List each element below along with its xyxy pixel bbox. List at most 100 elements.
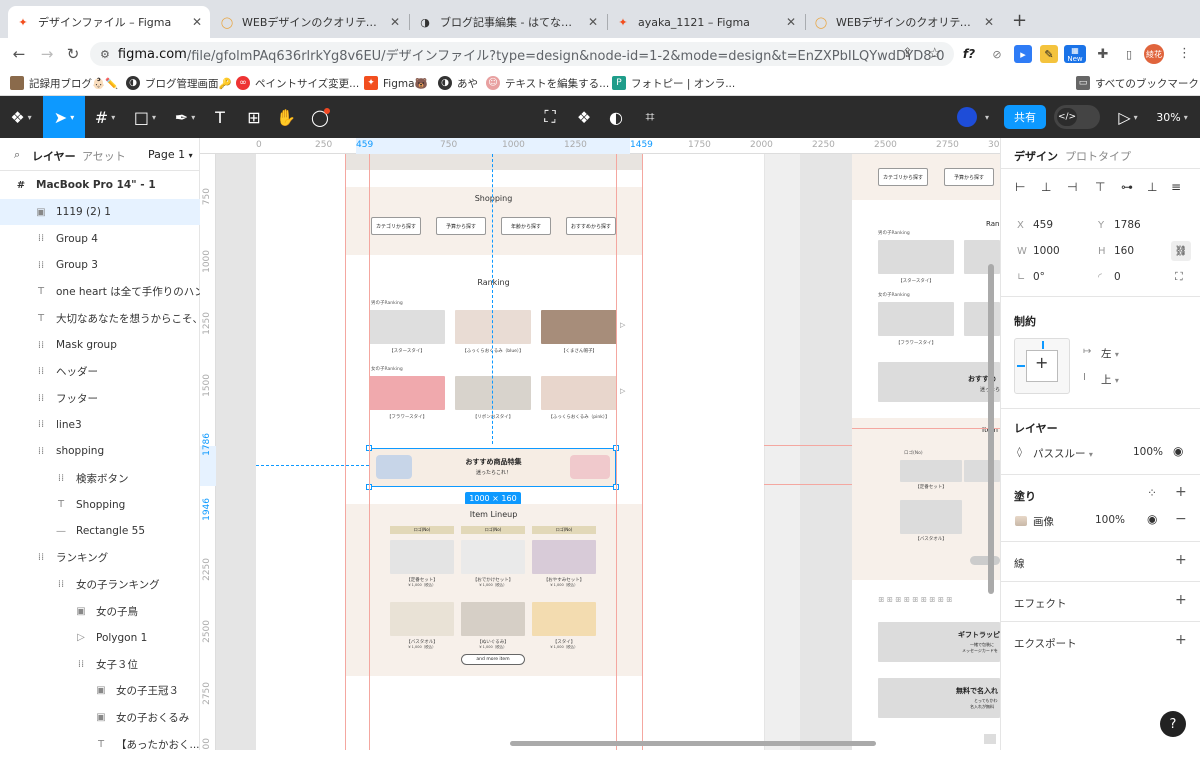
layer-item[interactable]: T Shopping: [0, 492, 200, 518]
menu-dots-icon[interactable]: ⋮: [1178, 46, 1191, 61]
new-extension-icon[interactable]: ▦ New: [1064, 45, 1086, 63]
chip-budget[interactable]: 予算から探す: [944, 168, 994, 186]
layer-item[interactable]: ⁞⁞ shopping: [0, 438, 200, 464]
close-icon[interactable]: ✕: [588, 15, 598, 29]
bookmark-item[interactable]: ☺ テキストを編集する...: [486, 74, 609, 92]
new-tab-icon[interactable]: +: [1012, 10, 1027, 31]
more-items-button[interactable]: [970, 556, 1000, 565]
close-icon[interactable]: ✕: [786, 15, 796, 29]
horizontal-scrollbar[interactable]: [510, 741, 876, 746]
more-items-button[interactable]: and more item: [461, 654, 525, 665]
chip-recommend[interactable]: おすすめから探す: [566, 217, 616, 235]
align-center-h-icon[interactable]: ⊥: [1041, 180, 1051, 194]
bookmark-item[interactable]: ◑ あや: [438, 74, 478, 92]
tab-design[interactable]: デザイン: [1014, 148, 1058, 164]
fx-extension-icon[interactable]: f?: [960, 45, 978, 63]
dev-mode-toggle[interactable]: </>: [1052, 96, 1100, 138]
layer-item[interactable]: ▣ 女の子おくるみ: [0, 704, 200, 730]
styles-grid-icon[interactable]: ⁘: [1147, 486, 1157, 500]
profile-avatar[interactable]: 綾花: [1144, 44, 1164, 64]
pen-tool-button[interactable]: ✒ ▾: [166, 96, 204, 138]
site-info-icon[interactable]: ⚙: [100, 48, 110, 61]
reload-icon[interactable]: ↻: [62, 43, 84, 65]
layer-item[interactable]: ⁞⁞ 検索ボタン: [0, 465, 200, 491]
vertical-scrollbar[interactable]: [988, 264, 994, 594]
page-selector[interactable]: Page 1 ▾: [148, 148, 193, 161]
independent-corners-icon[interactable]: ⛶: [1175, 270, 1183, 284]
lock-ratio-icon[interactable]: ⛓: [1171, 241, 1191, 261]
align-middle-icon[interactable]: ⊶: [1121, 180, 1133, 194]
forward-icon[interactable]: →: [36, 43, 58, 65]
layer-item[interactable]: ⁞⁞ Group 4: [0, 226, 200, 252]
resources-button[interactable]: ⊞: [240, 96, 268, 138]
text-tool-button[interactable]: T: [206, 96, 234, 138]
layer-item[interactable]: ⁞⁞ フッター: [0, 385, 200, 411]
back-icon[interactable]: ←: [8, 43, 30, 65]
tab-hatena-blog[interactable]: ◑ ブログ記事編集 - はてなブログ ✕: [410, 6, 606, 38]
layer-opacity-field[interactable]: 100%: [1133, 446, 1163, 458]
image-fill-swatch[interactable]: [1015, 516, 1027, 526]
layer-item[interactable]: ▣ 1119 (2) 1: [0, 199, 200, 225]
chip-category[interactable]: カテゴリから探す: [371, 217, 421, 235]
layer-item[interactable]: T 【あったかおく...: [0, 731, 200, 757]
bookmark-item[interactable]: ◑ ブログ管理画面🔑: [126, 74, 232, 92]
contrast-button[interactable]: ◐: [602, 96, 630, 138]
url-bar[interactable]: ⚙ figma.com/file/gfolmPAq636rlrkYg8v6EU/…: [90, 42, 954, 66]
layer-item[interactable]: ⁞⁞ 女子３位: [0, 651, 200, 677]
puzzle-icon[interactable]: ✚: [1094, 45, 1112, 63]
frame-layer[interactable]: # MacBook Pro 14" - 1: [0, 172, 200, 198]
layer-item[interactable]: ⁞⁞ Group 3: [0, 252, 200, 278]
vertical-constraint-select[interactable]: 上 ▾: [1101, 372, 1119, 387]
mask-button[interactable]: ⛶: [536, 96, 564, 138]
chip-category[interactable]: カテゴリから探す: [878, 168, 928, 186]
main-menu-button[interactable]: ❖ ▾: [0, 96, 42, 138]
align-left-icon[interactable]: ⊢: [1015, 180, 1025, 194]
horizontal-constraint-select[interactable]: 左 ▾: [1101, 346, 1119, 361]
layer-item[interactable]: ▷ Polygon 1: [0, 625, 200, 651]
all-bookmarks[interactable]: ▭ すべてのブックマーク: [1076, 74, 1199, 92]
eye-icon[interactable]: ◉: [1147, 512, 1157, 526]
layer-item[interactable]: ▣ 女の子王冠３: [0, 678, 200, 704]
bookmark-item[interactable]: 記録用ブログ👶🏻✏️: [10, 74, 118, 92]
layer-item[interactable]: ▣ 女の子鳥: [0, 598, 200, 624]
x-field[interactable]: 459: [1033, 219, 1053, 231]
present-button[interactable]: ▷ ▾: [1114, 96, 1142, 138]
blend-mode-select[interactable]: パススルー ▾: [1033, 446, 1093, 461]
search-icon[interactable]: ⌕: [14, 148, 20, 162]
tab-web-design-2[interactable]: ◯ WEBデザインのクオリティを上げる ✕: [806, 6, 1002, 38]
radius-field[interactable]: 0: [1114, 271, 1121, 283]
add-stroke-icon[interactable]: +: [1175, 552, 1187, 568]
fill-type[interactable]: 画像: [1033, 514, 1054, 529]
design-canvas[interactable]: Shopping カテゴリから探す 予算から探す 年齢から探す おすすめから探す…: [200, 138, 1000, 750]
bookmark-item[interactable]: ✦ Figma🐻: [364, 74, 428, 92]
component-button[interactable]: ❖: [570, 96, 598, 138]
layer-item[interactable]: ⁞⁞ ヘッダー: [0, 359, 200, 385]
hand-tool-button[interactable]: ✋: [272, 96, 300, 138]
recommend-banner[interactable]: おすすめ商品特集 迷ったらこれ！: [369, 448, 616, 487]
comment-tool-button[interactable]: ◯: [306, 96, 334, 138]
align-top-icon[interactable]: ⊤: [1095, 180, 1105, 194]
fill-opacity-field[interactable]: 100%: [1095, 514, 1125, 526]
chip-age[interactable]: 年齢から探す: [501, 217, 551, 235]
tab-layers[interactable]: レイヤー: [32, 148, 76, 164]
tab-web-design[interactable]: ◯ WEBデザインのクオリティを上げる ✕: [212, 6, 408, 38]
layer-item[interactable]: ⁞⁞ ランキング: [0, 545, 200, 571]
bookmark-star-icon[interactable]: ☆: [928, 44, 941, 62]
frame-tool-button[interactable]: # ▾: [86, 96, 124, 138]
blue-extension-icon[interactable]: ▸: [1014, 45, 1032, 63]
layer-item[interactable]: Tone heart は全て手作りのハン...: [0, 279, 200, 305]
layer-item[interactable]: T 大切なあなたを想うからこそ、...: [0, 305, 200, 331]
compass-extension-icon[interactable]: ⊘: [988, 45, 1006, 63]
pencil-extension-icon[interactable]: ✎: [1040, 45, 1058, 63]
bookmark-item[interactable]: P フォトピー | オンラ...: [612, 74, 735, 92]
rotation-field[interactable]: 0°: [1033, 271, 1045, 283]
layer-item[interactable]: ⁞⁞ line3: [0, 412, 200, 438]
add-fill-icon[interactable]: +: [1175, 484, 1187, 500]
share-page-icon[interactable]: ⇪: [902, 46, 913, 61]
tab-figma-design[interactable]: ✦ デザインファイル – Figma ✕: [8, 6, 210, 38]
layer-item[interactable]: ⁞⁞ 女の子ランキング: [0, 571, 200, 597]
height-field[interactable]: 160: [1114, 245, 1134, 257]
align-right-icon[interactable]: ⊣: [1067, 180, 1077, 194]
zoom-menu[interactable]: 30% ▾: [1152, 96, 1192, 138]
chip-budget[interactable]: 予算から探す: [436, 217, 486, 235]
